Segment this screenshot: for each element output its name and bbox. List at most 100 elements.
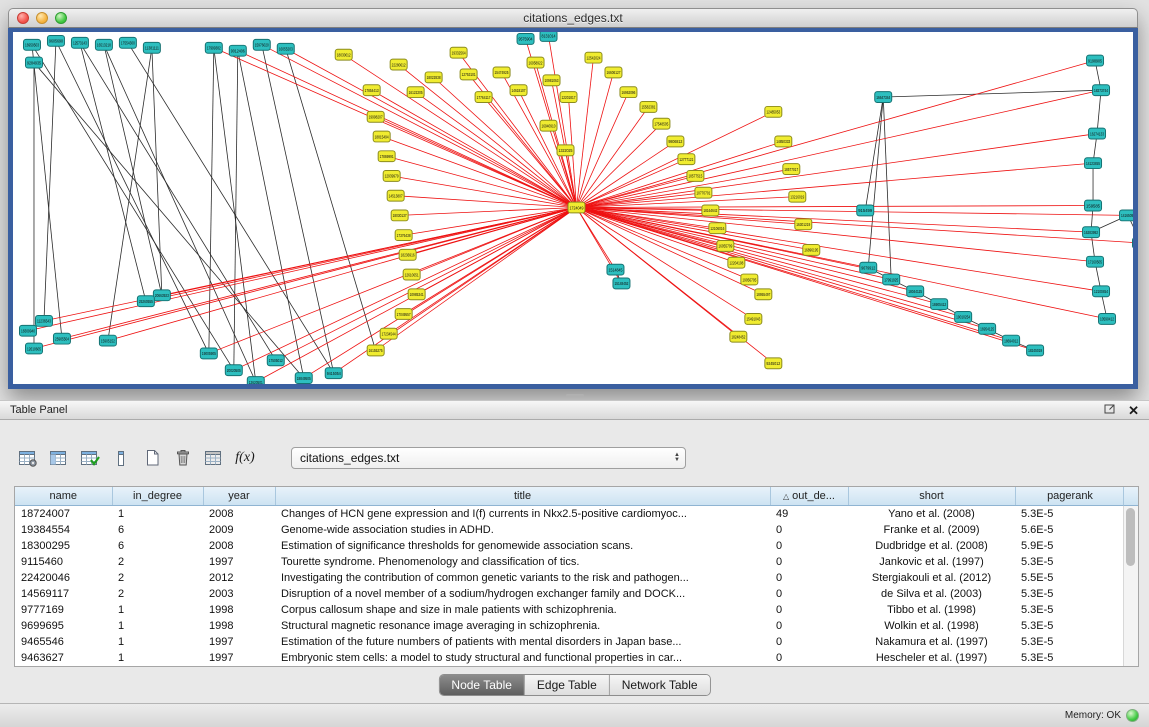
graph-edge[interactable]: [883, 97, 891, 279]
graph-node[interactable]: 18030137: [391, 210, 408, 221]
graph-node[interactable]: 16647344: [875, 92, 892, 103]
graph-edge[interactable]: [214, 48, 256, 382]
graph-node[interactable]: 16301219: [795, 219, 812, 230]
graph-node[interactable]: 19998207: [367, 111, 384, 122]
graph-edge[interactable]: [34, 63, 304, 379]
graph-edge[interactable]: [576, 208, 753, 319]
graph-edge[interactable]: [576, 107, 648, 208]
graph-node[interactable]: 11236543: [35, 315, 52, 326]
graph-node[interactable]: 17554300: [119, 37, 136, 48]
select-columns-icon[interactable]: [45, 446, 73, 470]
graph-node[interactable]: 18044125: [907, 286, 924, 297]
table-row[interactable]: 1938455462009Genome-wide association stu…: [15, 522, 1125, 538]
table-selector[interactable]: citations_edges.txt ▲▼: [291, 447, 686, 469]
new-column-icon[interactable]: [76, 446, 104, 470]
column-header-name[interactable]: name: [15, 487, 112, 506]
network-window-titlebar[interactable]: citations_edges.txt: [8, 8, 1138, 28]
graph-edge[interactable]: [304, 208, 577, 379]
graph-node[interactable]: 12201817: [560, 92, 577, 103]
graph-edge[interactable]: [576, 208, 963, 317]
graph-node[interactable]: 17049557: [395, 309, 412, 320]
table-row[interactable]: 1830029562008Estimation of significance …: [15, 538, 1125, 554]
graph-node[interactable]: 16905412: [931, 299, 948, 310]
graph-node[interactable]: 18577515: [687, 171, 704, 182]
graph-node[interactable]: 915499: [857, 205, 874, 216]
graph-node[interactable]: 16959503: [23, 39, 40, 50]
graph-edge[interactable]: [276, 208, 577, 361]
graph-edge[interactable]: [1097, 90, 1101, 133]
graph-node[interactable]: 17505012: [267, 355, 284, 366]
graph-node[interactable]: 16962096: [620, 87, 637, 98]
graph-node[interactable]: 12542024: [585, 52, 602, 63]
graph-node[interactable]: 18849505: [295, 373, 312, 384]
graph-node[interactable]: 16954125: [979, 323, 996, 334]
graph-node[interactable]: 12204108: [728, 257, 745, 268]
tab-edge-table[interactable]: Edge Table: [525, 675, 610, 695]
table-row[interactable]: 969969511998Structural magnetic resonanc…: [15, 618, 1125, 634]
graph-node[interactable]: 18577017: [783, 164, 800, 175]
network-window[interactable]: citations_edges.txt 17240491803001217854…: [8, 8, 1138, 389]
graph-edge[interactable]: [865, 97, 883, 210]
table-mode-icon[interactable]: [14, 446, 42, 470]
graph-edge[interactable]: [576, 159, 686, 207]
graph-node[interactable]: 14850333: [775, 136, 792, 147]
graph-node[interactable]: 17548505: [653, 118, 670, 129]
table-row[interactable]: 1456911722003Disruption of a novel membe…: [15, 586, 1125, 602]
graph-node[interactable]: 12777121: [678, 154, 695, 165]
graph-node[interactable]: 17991925: [883, 274, 900, 285]
pane-divider[interactable]: [0, 390, 1149, 400]
graph-node[interactable]: 18955497: [755, 289, 772, 300]
graph-node[interactable]: 18694012: [1003, 335, 1020, 346]
column-header-short[interactable]: short: [848, 487, 1015, 506]
graph-node[interactable]: 9679912: [860, 262, 877, 273]
graph-node[interactable]: 15474925: [493, 67, 510, 78]
graph-node[interactable]: 15148452: [613, 278, 630, 289]
graph-node[interactable]: 12939979: [383, 171, 400, 182]
graph-node[interactable]: 9198905: [1087, 55, 1104, 66]
graph-node[interactable]: 1514845: [607, 264, 624, 275]
graph-node[interactable]: 17160505: [1087, 256, 1104, 267]
graph-node[interactable]: 159585: [1085, 200, 1102, 211]
column-header-in_degree[interactable]: in_degree: [112, 487, 203, 506]
column-icon[interactable]: [107, 446, 135, 470]
graph-edge[interactable]: [262, 45, 334, 373]
graph-node[interactable]: 16513218: [95, 39, 112, 50]
graph-node[interactable]: 12610605: [25, 343, 42, 354]
graph-node[interactable]: 18236916: [399, 249, 416, 260]
new-document-icon[interactable]: [138, 446, 166, 470]
graph-node[interactable]: 10770701: [695, 187, 712, 198]
graph-edge[interactable]: [214, 48, 577, 208]
graph-edge[interactable]: [56, 41, 209, 354]
graph-node[interactable]: 16606127: [605, 67, 622, 78]
graph-node[interactable]: 18273744: [1093, 85, 1110, 96]
graph-node[interactable]: 11381111: [143, 42, 160, 53]
table-row[interactable]: 1872400712008Changes of HCN gene express…: [15, 506, 1125, 523]
table-row[interactable]: 946362711997Embryonic stem cells: a mode…: [15, 650, 1125, 666]
graph-node[interactable]: 15976020: [253, 39, 270, 50]
graph-node[interactable]: 25260555: [137, 296, 154, 307]
graph-node[interactable]: 12106016: [709, 223, 726, 234]
graph-edge[interactable]: [238, 51, 577, 208]
tab-network-table[interactable]: Network Table: [610, 675, 710, 695]
graph-node[interactable]: 19010254: [955, 312, 972, 323]
graph-edge[interactable]: [32, 45, 62, 339]
graph-node[interactable]: 19332564: [450, 47, 467, 58]
graph-node[interactable]: 1724049: [568, 202, 585, 213]
graph-node[interactable]: 18030012: [335, 49, 352, 60]
graph-edge[interactable]: [576, 72, 613, 207]
graph-node[interactable]: 16958922: [527, 57, 544, 68]
delete-table-icon[interactable]: [200, 446, 228, 470]
float-panel-icon[interactable]: [1104, 403, 1116, 417]
graph-node[interactable]: 1322025: [557, 145, 574, 156]
graph-edge[interactable]: [209, 48, 214, 354]
minimize-window-button[interactable]: [36, 12, 48, 24]
graph-edge[interactable]: [576, 206, 1093, 208]
graph-node[interactable]: 18022838: [425, 72, 442, 83]
graph-node[interactable]: 10981063: [543, 75, 560, 86]
graph-node[interactable]: 15582381: [640, 102, 657, 113]
column-header-title[interactable]: title: [275, 487, 770, 506]
network-canvas[interactable]: 1724049180300121785441322280612161222051…: [13, 32, 1133, 384]
graph-node[interactable]: 14165095: [1120, 210, 1133, 221]
graph-node[interactable]: 16940910: [540, 120, 557, 131]
graph-node[interactable]: 9806812: [667, 136, 684, 147]
